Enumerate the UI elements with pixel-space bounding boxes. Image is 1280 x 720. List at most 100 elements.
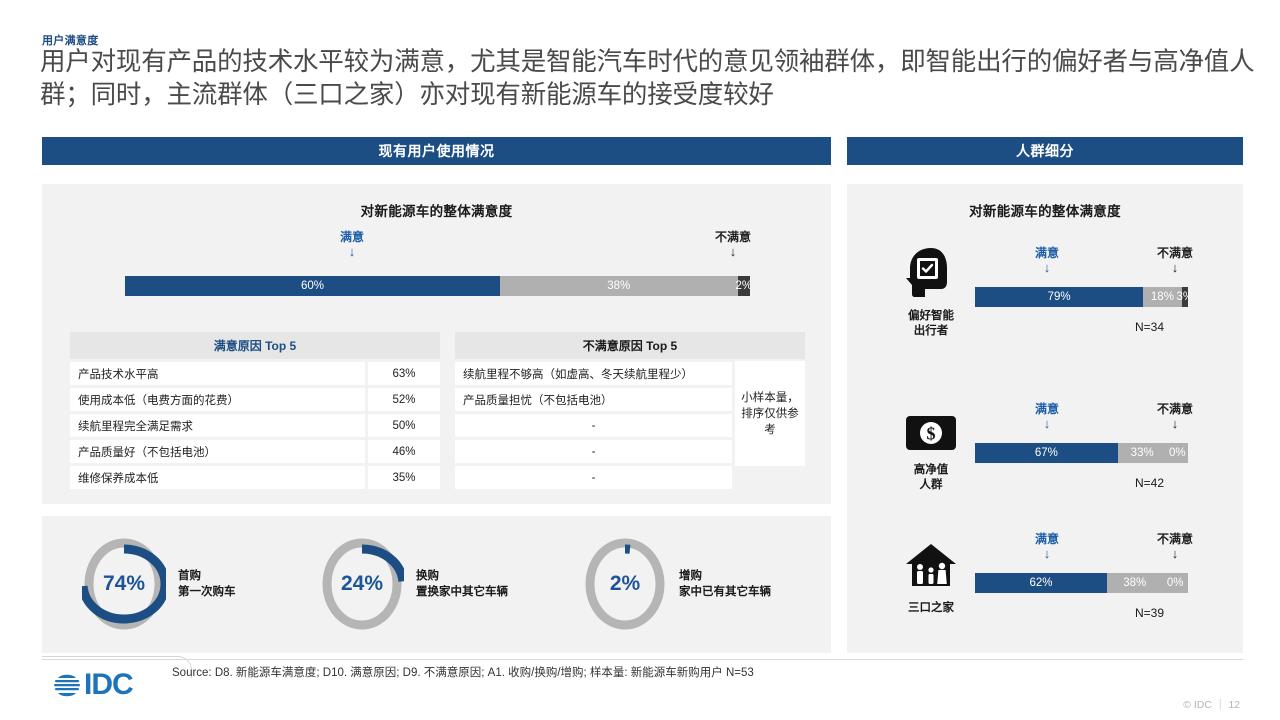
dissatisfied-label: 不满意: [1156, 246, 1193, 260]
satisfied-annotation: 满意 ↓: [1007, 532, 1087, 561]
dissatisfied-label: 不满意: [1156, 532, 1193, 546]
segment-block-high-net-worth: $ 高净值 人群 满意 ↓ 不满意 ↓ 67% 33% 0% N=42: [847, 400, 1243, 530]
donut-group-1: 24% 换购 置换家中其它车辆: [320, 536, 508, 632]
sample-size: N=39: [1135, 606, 1165, 620]
reason-value: 35%: [368, 466, 440, 489]
donut-title: 首购: [178, 570, 201, 582]
page-title: 用户对现有产品的技术水平较为满意，尤其是智能汽车时代的意见领袖群体，即智能出行的…: [40, 48, 1255, 109]
down-arrow-icon: ↓: [729, 244, 737, 259]
money-icon: $: [906, 416, 956, 450]
donut-caption: 增购 家中已有其它车辆: [679, 568, 771, 600]
satisfied-table-header: 满意原因 Top 5: [70, 332, 440, 359]
donut-group-2: 2% 增购 家中已有其它车辆: [583, 536, 771, 632]
segment-name-line2: 人群: [919, 479, 943, 491]
down-arrow-icon: ↓: [1043, 546, 1051, 561]
bar-segment-dissatisfied: 2%: [735, 276, 750, 296]
reason-value: 52%: [368, 388, 440, 411]
bar-segment-dissatisfied: 0%: [1162, 573, 1188, 593]
donut-desc: 第一次购车: [178, 586, 236, 598]
donut-chart-additional-purchase: 2%: [583, 536, 667, 632]
right-panel-title: 对新能源车的整体满意度: [969, 204, 1121, 219]
reason-value: 50%: [368, 414, 440, 437]
segment-satisfaction-bar: 67% 33% 0%: [975, 443, 1188, 463]
small-sample-note-text: 小样本量，排序仅供参考: [741, 391, 799, 436]
table-row: 续航里程完全满足需求 50%: [70, 414, 440, 437]
donut-chart-first-purchase: 74%: [82, 536, 166, 632]
reason-label: 使用成本低（电费方面的花费）: [70, 388, 365, 411]
segments-panel: 对新能源车的整体满意度 偏好智能 出行者 满意 ↓ 不满意 ↓ 79% 18% …: [847, 184, 1243, 653]
bar-segment-dissatisfied: 0%: [1166, 443, 1188, 463]
dissatisfied-annotation: 不满意 ↓: [1135, 532, 1215, 561]
satisfied-label: 满意: [1034, 532, 1059, 546]
section-title-left: 现有用户使用情况: [42, 137, 831, 165]
head-chip-icon: [906, 248, 947, 297]
segment-satisfaction-bar: 62% 38% 0%: [975, 573, 1188, 593]
reason-label: 续航里程不够高（如虚高、冬天续航里程少）: [455, 362, 732, 385]
donut-desc: 置换家中其它车辆: [416, 586, 508, 598]
down-arrow-icon: ↓: [348, 244, 356, 259]
idc-wordmark: IDC: [84, 668, 134, 701]
family-house-icon: [906, 544, 956, 586]
bar-segment-neutral: 33%: [1117, 443, 1167, 463]
satisfied-annotation: 满意 ↓: [1007, 402, 1087, 431]
segment-name-line1: 三口之家: [908, 602, 954, 614]
segment-icon-wrap: 偏好智能 出行者: [895, 246, 967, 339]
table-row: -: [455, 466, 805, 489]
segment-name-line1: 高净值: [913, 464, 949, 476]
reason-label: -: [455, 466, 732, 489]
dissatisfied-label: 不满意: [714, 230, 751, 244]
satisfied-annotation: 满意 ↓: [1007, 246, 1087, 275]
segment-block-smart-mobility: 偏好智能 出行者 满意 ↓ 不满意 ↓ 79% 18% 3% N=34: [847, 238, 1243, 378]
down-arrow-icon: ↓: [1171, 416, 1179, 431]
svg-text:$: $: [927, 424, 936, 444]
reason-value: 63%: [368, 362, 440, 385]
section-title-right: 人群细分: [847, 137, 1243, 165]
idc-globe-icon: [54, 674, 80, 697]
down-arrow-icon: ↓: [1043, 260, 1051, 275]
main-chart-title: 对新能源车的整体满意度: [360, 204, 513, 219]
segment-name: 偏好智能 出行者: [895, 309, 967, 339]
donut-title: 增购: [679, 570, 702, 582]
dissatisfied-table-header: 不满意原因 Top 5: [455, 332, 805, 359]
segment-name: 三口之家: [895, 601, 967, 616]
bar-segment-satisfied: 67%: [975, 443, 1118, 463]
satisfied-annotation: 满意 ↓: [297, 230, 407, 259]
purchase-type-panel: 74% 首购 第一次购车 24% 换购 置换家中其它车辆 2% 增购 家中已有其…: [42, 516, 831, 653]
satisfied-reasons-table: 满意原因 Top 5 产品技术水平高 63% 使用成本低（电费方面的花费） 52…: [70, 332, 440, 492]
source-note: Source: D8. 新能源车满意度; D10. 满意原因; D9. 不满意原…: [172, 667, 754, 679]
segment-icon-wrap: $ 高净值 人群: [895, 412, 967, 493]
satisfied-label: 满意: [339, 230, 364, 244]
satisfied-label: 满意: [1034, 246, 1059, 260]
donut-desc: 家中已有其它车辆: [679, 586, 771, 598]
overall-satisfaction-bar: 60% 38% 2%: [125, 276, 750, 296]
bar-segment-satisfied: 60%: [125, 276, 500, 296]
reason-label: 产品技术水平高: [70, 362, 365, 385]
segment-name-line1: 偏好智能: [908, 310, 954, 322]
slide: 用户满意度 用户对现有产品的技术水平较为满意，尤其是智能汽车时代的意见领袖群体，…: [0, 0, 1280, 720]
table-row: 使用成本低（电费方面的花费） 52%: [70, 388, 440, 411]
bar-segment-satisfied: 79%: [975, 287, 1144, 307]
table-row: 产品技术水平高 63%: [70, 362, 440, 385]
reason-label: 产品质量担忧（不包括电池）: [455, 388, 732, 411]
down-arrow-icon: ↓: [1043, 416, 1051, 431]
copyright-label: © IDC ｜ 12: [1183, 697, 1240, 712]
main-panel: 对新能源车的整体满意度 满意 ↓ 不满意 ↓ 60% 38% 2% 满意原因 T…: [42, 184, 831, 504]
dissatisfied-annotation: 不满意 ↓: [678, 230, 788, 259]
bar-segment-satisfied: 62%: [975, 573, 1108, 593]
small-sample-note: 小样本量，排序仅供参考: [735, 361, 805, 466]
donut-caption: 换购 置换家中其它车辆: [416, 568, 508, 600]
sample-size: N=34: [1135, 320, 1165, 334]
segment-satisfaction-bar: 79% 18% 3%: [975, 287, 1188, 307]
donut-group-0: 74% 首购 第一次购车: [82, 536, 236, 632]
reason-label: 产品质量好（不包括电池）: [70, 440, 365, 463]
segment-name-line2: 出行者: [913, 325, 949, 337]
page-number: 12: [1228, 699, 1240, 711]
dissatisfied-annotation: 不满意 ↓: [1135, 246, 1215, 275]
copyright-text: © IDC ｜: [1183, 699, 1226, 711]
idc-logo: IDC: [52, 668, 134, 702]
bar-segment-neutral: 38%: [500, 276, 738, 296]
satisfied-label: 满意: [1034, 402, 1059, 416]
segment-icon-wrap: 三口之家: [895, 542, 967, 616]
bar-segment-neutral: 38%: [1107, 573, 1163, 593]
reason-label: 维修保养成本低: [70, 466, 365, 489]
